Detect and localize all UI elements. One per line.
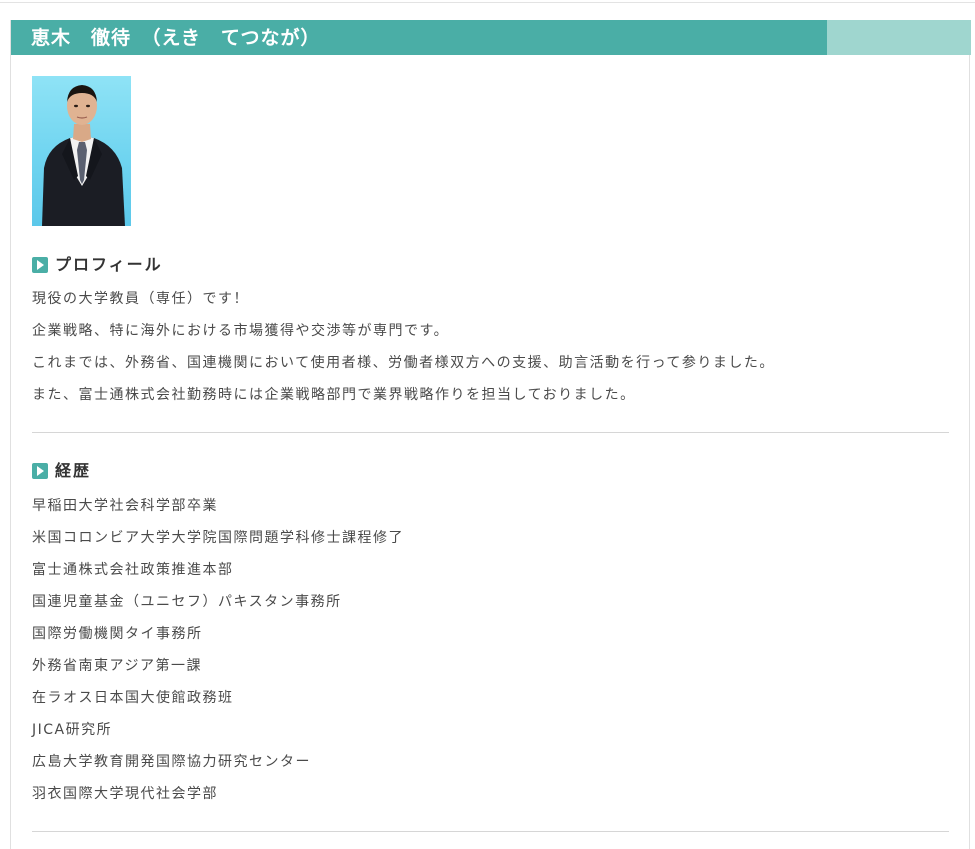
profile-section-heading: プロフィール <box>32 255 163 275</box>
person-name: 恵木 徹待 （えき てつなが） <box>31 27 321 49</box>
play-icon <box>32 463 48 479</box>
profile-line: また、富士通株式会社勤務時には企業戦略部門で業界戦略作りを担当しておりました。 <box>32 387 636 403</box>
page: 恵木 徹待 （えき てつなが） プロフィール 現役の大学教員（専任）です！ 企業… <box>0 0 975 849</box>
profile-card: 恵木 徹待 （えき てつなが） プロフィール 現役の大学教員（専任）です！ 企業… <box>10 20 971 849</box>
portrait-image <box>42 85 125 226</box>
career-line: 米国コロンビア大学大学院国際問題学科修士課程修了 <box>32 530 404 546</box>
play-icon <box>32 257 48 273</box>
career-line: 外務省南東アジア第一課 <box>32 658 202 674</box>
career-line: 羽衣国際大学現代社会学部 <box>32 786 218 802</box>
career-line: 在ラオス日本国大使館政務班 <box>32 690 234 706</box>
career-line: 富士通株式会社政策推進本部 <box>32 562 234 578</box>
career-section-heading: 経歴 <box>32 461 91 481</box>
title-bar: 恵木 徹待 （えき てつなが） <box>11 20 971 55</box>
career-line: JICA研究所 <box>32 722 113 738</box>
profile-photo <box>32 76 131 226</box>
profile-heading-label: プロフィール <box>55 255 163 274</box>
top-rule <box>0 2 975 3</box>
career-line: 早稲田大学社会科学部卒業 <box>32 498 218 514</box>
profile-line: 企業戦略、特に海外における市場獲得や交渉等が専門です。 <box>32 323 450 339</box>
career-heading-label: 経歴 <box>55 461 92 480</box>
section-divider <box>32 432 949 433</box>
section-divider <box>32 831 949 832</box>
profile-line: 現役の大学教員（専任）です！ <box>32 291 249 307</box>
career-line: 国際労働機関タイ事務所 <box>32 626 203 642</box>
career-line: 国連児童基金（ユニセフ）パキスタン事務所 <box>32 594 342 610</box>
career-line: 広島大学教育開発国際協力研究センター <box>32 754 311 770</box>
profile-line: これまでは、外務省、国連機関において使用者様、労働者様双方への支援、助言活動を行… <box>32 355 775 371</box>
